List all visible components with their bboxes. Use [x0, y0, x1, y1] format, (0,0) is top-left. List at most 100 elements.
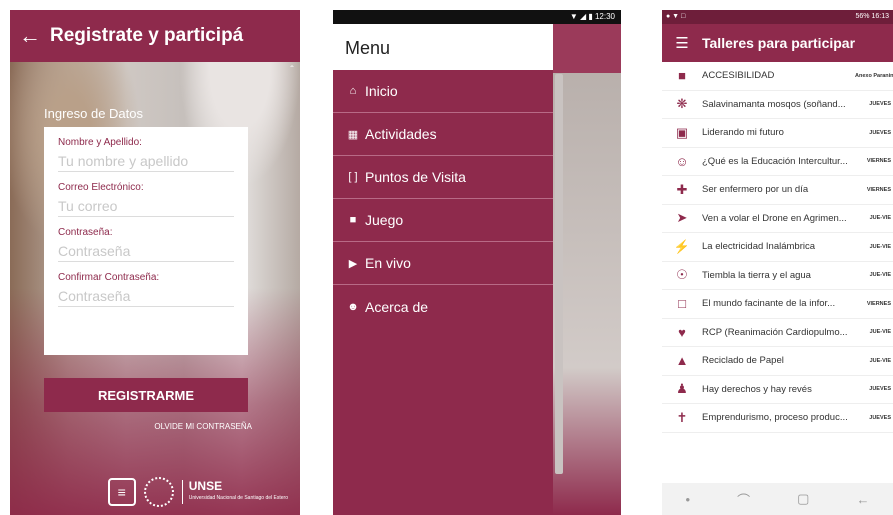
globe-icon: ☉	[676, 267, 688, 283]
list-item[interactable]: ▲ Reciclado de Papel JUE-VIE	[662, 347, 893, 376]
section-title: Ingreso de Datos	[44, 106, 144, 121]
qr-scan-icon: [ ]	[348, 171, 358, 183]
workshop-day: VIERNES	[866, 158, 891, 165]
menu-item-puntos-de-visita[interactable]: [ ] Puntos de Visita	[333, 156, 553, 199]
footer-logos: ≡ UNSE Universidad Nacional de Santiago …	[107, 477, 288, 507]
menu-item-actividades[interactable]: ▦ Actividades	[333, 113, 553, 156]
menu-title: Menu	[333, 24, 553, 70]
menu-item-inicio[interactable]: ⌂ Inicio	[333, 70, 553, 113]
unse-logo-text: UNSE	[188, 479, 223, 493]
password-field[interactable]	[58, 240, 234, 262]
menu-item-label: Juego	[365, 212, 404, 228]
workshop-day: JUEVES	[869, 414, 891, 421]
group-icon: ☻	[347, 300, 359, 313]
thumbs-up-icon: ▲	[675, 353, 689, 369]
underlying-screen[interactable]	[553, 24, 621, 515]
paper-plane-icon: ➤	[676, 210, 688, 226]
faculty-logo: ≡	[107, 478, 136, 506]
app-bar: ☰ Talleres para participar	[662, 24, 893, 62]
workshop-day: JUE-VIE	[869, 357, 891, 364]
menu-item-label: Inicio	[365, 83, 398, 99]
list-item[interactable]: ▣ Liderando mi futuro JUEVES	[662, 119, 893, 148]
workshop-name: Tiembla la tierra y el agua	[702, 269, 811, 281]
list-item[interactable]: ♟ Hay derechos y hay revés JUEVES	[662, 376, 893, 404]
list-item[interactable]: ■ ACCESIBILIDAD Anexo Paraninfo	[662, 62, 893, 91]
system-nav-bar: • ⌒ ▢ ←	[662, 483, 893, 515]
workshop-name: Hay derechos y hay revés	[702, 383, 812, 395]
password-label: Contraseña:	[58, 227, 113, 238]
heart-icon: ♥	[678, 324, 686, 340]
recent-apps-icon[interactable]: ⌒	[737, 490, 750, 509]
unse-logo-subtext: Universidad Nacional de Santiago del Est…	[188, 495, 288, 501]
list-item[interactable]: ❋ Salavinamanta mosqos (soñand... JUEVES	[662, 91, 893, 119]
lightning-icon: ⚡	[673, 238, 691, 254]
page-title: Registrate y participá	[50, 25, 244, 46]
menu-item-juego[interactable]: ■ Juego	[333, 199, 553, 242]
workshop-name: Ven a volar el Drone en Agrimen...	[702, 212, 847, 224]
name-label: Nombre y Apellido:	[58, 137, 142, 148]
page-title: Talleres para participar	[702, 35, 856, 51]
notification-icons: ● ▼ □	[666, 13, 686, 20]
video-camera-icon: ▶	[348, 257, 358, 270]
home-icon: ⌂	[349, 85, 357, 97]
workshop-list: ■ ACCESIBILIDAD Anexo Paraninfo ❋ Salavinam…	[662, 62, 893, 433]
workshops-screen: ● ▼ □ 56% 16:13 ☰ Talleres para particip…	[662, 10, 893, 515]
calendar-icon: ▦	[347, 128, 359, 141]
briefcase-icon: ▣	[675, 124, 689, 140]
navigation-drawer: Menu ⌂ Inicio ▦ Actividades [ ] Puntos d…	[333, 24, 553, 515]
menu-item-label: Acerca de	[365, 298, 429, 315]
workshop-day: JUE-VIE	[869, 272, 891, 279]
menu-item-label: Puntos de Visita	[365, 169, 466, 185]
workshop-name: ¿Qué es la Educación Intercultur...	[702, 155, 848, 167]
list-item[interactable]: ⚡ La electricidad Inalámbrica JUE-VIE	[662, 233, 893, 262]
cog-circle-icon: ❋	[676, 96, 688, 112]
accessibility-icon: ✝	[676, 409, 688, 425]
arrow-left-icon[interactable]: ←	[10, 23, 50, 49]
workshop-name: El mundo facinante de la infor...	[702, 298, 836, 310]
workshop-name: Ser enfermero por un día	[702, 184, 809, 196]
workshop-day: JUE-VIE	[869, 215, 891, 222]
email-field[interactable]	[58, 195, 234, 217]
list-item[interactable]: ☺ ¿Qué es la Educación Intercultur... VIER…	[662, 148, 893, 176]
person-icon: ♟	[676, 381, 688, 397]
status-bar: ▼ ◢ ▮ 12:30	[333, 10, 621, 24]
registration-form: Nombre y Apellido: Correo Electrónico: C…	[44, 127, 248, 355]
hamburger-icon[interactable]: ☰	[662, 34, 702, 52]
scrollbar[interactable]	[555, 74, 563, 474]
confirm-password-label: Confirmar Contraseña:	[58, 272, 160, 283]
list-item[interactable]: ♥ RCP (Reanimación Cardiopulmo... JUE-VIE	[662, 319, 893, 347]
workshop-name: Reciclado de Papel	[702, 355, 784, 367]
workshop-day: VIERNES	[866, 186, 891, 193]
home-button-icon[interactable]: ▢	[797, 491, 809, 507]
monitor-icon: □	[678, 296, 686, 312]
menu-item-en-vivo[interactable]: ▶ En vivo	[333, 242, 553, 285]
registration-screen: ← Registrate y participá ˆ Ingreso de Da…	[10, 10, 300, 515]
back-icon[interactable]: ←	[856, 492, 869, 507]
status-time: 12:30	[594, 12, 615, 21]
name-field[interactable]	[58, 150, 234, 172]
gamepad-icon: ■	[349, 214, 357, 226]
confirm-password-field[interactable]	[58, 285, 234, 307]
app-bar: ← Registrate y participá	[10, 10, 300, 62]
register-button[interactable]: REGISTRARME	[44, 378, 248, 412]
list-item[interactable]: ☉ Tiembla la tierra y el agua JUE-VIE	[662, 262, 893, 290]
menu-item-acerca-de[interactable]: ☻ Acerca de	[333, 285, 553, 328]
workshop-day: JUEVES	[869, 101, 891, 108]
workshop-name: ACCESIBILIDAD	[702, 70, 775, 82]
menu-item-label: En vivo	[365, 255, 411, 271]
list-item[interactable]: □ El mundo facinante de la infor... VIERNE…	[662, 290, 893, 319]
workshop-day: JUEVES	[869, 129, 891, 136]
workshop-name: La electricidad Inalámbrica	[702, 241, 816, 253]
video-camera-icon: ■	[678, 68, 686, 84]
workshop-day: JUE-VIE	[869, 243, 891, 250]
list-item[interactable]: ✝ Emprendurismo, proceso produc... JUEVES	[662, 404, 893, 433]
scrollbar[interactable]: ˆ	[288, 66, 296, 506]
unse-logo: UNSE Universidad Nacional de Santiago de…	[181, 479, 288, 504]
university-seal	[143, 477, 174, 507]
forgot-password-link[interactable]: OLVIDE MI CONTRASEÑA	[154, 422, 252, 431]
email-label: Correo Electrónico:	[58, 182, 144, 193]
list-item[interactable]: ✚ Ser enfermero por un día VIERNES	[662, 176, 893, 205]
list-item[interactable]: ➤ Ven a volar el Drone en Agrimen... JUE-V…	[662, 205, 893, 233]
workshop-name: Emprendurismo, proceso produc...	[702, 412, 848, 424]
status-bar: ● ▼ □ 56% 16:13	[662, 10, 893, 24]
